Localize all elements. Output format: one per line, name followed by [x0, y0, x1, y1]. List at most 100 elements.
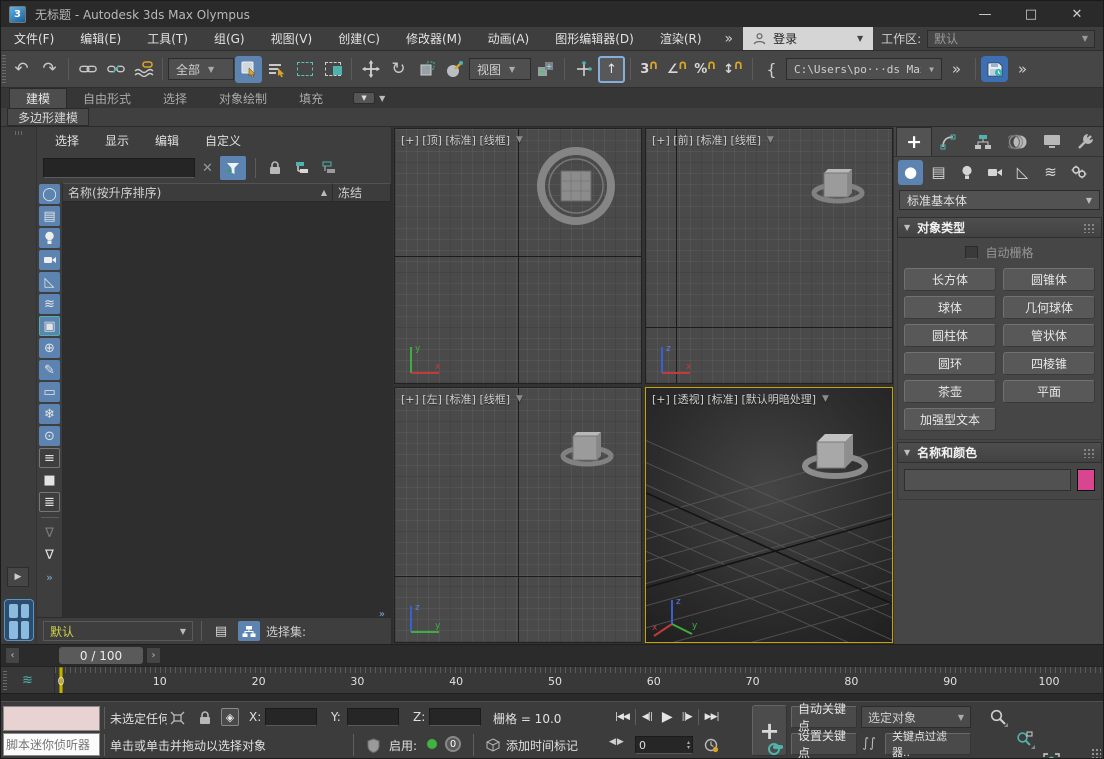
- object-name-input[interactable]: [904, 469, 1071, 491]
- zoom-icon[interactable]: [986, 706, 1009, 728]
- display-containers-toggle[interactable]: ▭: [39, 382, 60, 402]
- unlink-selection-icon[interactable]: [102, 56, 129, 83]
- spinner-arrows-icon[interactable]: ▴▾: [687, 740, 692, 750]
- redo-button[interactable]: ↷: [36, 56, 63, 83]
- window-resize-grip[interactable]: [1091, 748, 1101, 758]
- menu-group[interactable]: 组(G): [201, 27, 258, 50]
- maxscript-listener-input-row[interactable]: [3, 733, 100, 756]
- explorer-overflow-icon[interactable]: »: [379, 609, 385, 620]
- column-header-frozen[interactable]: 冻结: [333, 183, 391, 201]
- name-color-rollout-header[interactable]: ▼ 名称和颜色: [897, 442, 1102, 463]
- clear-search-icon[interactable]: ✕: [202, 161, 213, 176]
- next-frame-arrow[interactable]: ›: [146, 647, 161, 664]
- viewport-left[interactable]: [+] [左] [标准] [线框]▼ z y: [394, 387, 642, 643]
- snaps-toggle-3d[interactable]: 3∩: [636, 56, 663, 83]
- percent-snap-toggle[interactable]: %∩: [692, 56, 719, 83]
- ribbon-tab-selection[interactable]: 选择: [147, 88, 203, 108]
- viewport-top-label[interactable]: [+] [顶] [标准] [线框]: [401, 132, 510, 148]
- menu-file[interactable]: 文件(F): [1, 27, 67, 50]
- menu-animation[interactable]: 动画(A): [475, 27, 543, 50]
- time-slider-frame-indicator[interactable]: 0 / 100: [59, 647, 143, 664]
- selection-set-dropdown[interactable]: 默认 ▼: [43, 621, 193, 641]
- auto-key-button[interactable]: 自动关键点: [791, 706, 857, 728]
- viewport-front-label[interactable]: [+] [前] [标准] [线框]: [652, 132, 761, 148]
- primitive-category-dropdown[interactable]: 标准基本体 ▼: [899, 190, 1100, 210]
- tab-utilities[interactable]: [1069, 127, 1103, 156]
- tab-hierarchy[interactable]: [966, 127, 1000, 156]
- category-helpers[interactable]: ◺: [1010, 160, 1035, 185]
- rectangular-selection-region-button[interactable]: [291, 56, 318, 83]
- add-time-tag-button[interactable]: 添加时间标记: [506, 737, 578, 754]
- collapse-hierarchy-icon[interactable]: [319, 158, 339, 178]
- maxscript-listener-input[interactable]: [4, 737, 99, 753]
- named-selection-sets-button[interactable]: {: [758, 56, 785, 83]
- play-button[interactable]: ▶: [658, 706, 676, 728]
- track-bar[interactable]: ≋ 0102030405060708090100: [1, 666, 1103, 701]
- zoom-extents-icon[interactable]: [1040, 750, 1063, 759]
- filter-settings-icon[interactable]: ∇: [39, 523, 60, 543]
- viewcube[interactable]: [810, 159, 866, 211]
- select-and-place-button[interactable]: [441, 56, 468, 83]
- set-keys-button[interactable]: +: [752, 705, 787, 756]
- tab-modify[interactable]: [932, 127, 966, 156]
- key-mode-toggle-icon[interactable]: ◀▶: [609, 737, 625, 747]
- explorer-menu-edit[interactable]: 编辑: [155, 132, 179, 149]
- menu-views[interactable]: 视图(V): [258, 27, 326, 50]
- display-geometry-toggle[interactable]: ◯: [39, 184, 60, 204]
- category-space-warps[interactable]: ≋: [1038, 160, 1063, 185]
- close-button[interactable]: ✕: [1067, 7, 1087, 22]
- layers-icon[interactable]: ▤: [210, 621, 232, 641]
- degradation-override-badge[interactable]: 0: [445, 736, 461, 752]
- reference-coordinate-system-dropdown[interactable]: 视图 ▼: [469, 58, 531, 80]
- maxscript-mini-listener[interactable]: [3, 706, 100, 731]
- search-filter-button[interactable]: [220, 156, 246, 180]
- select-and-move-button[interactable]: [357, 56, 384, 83]
- z-coordinate-field[interactable]: [429, 708, 481, 726]
- cylinder-button[interactable]: 圆柱体: [904, 324, 996, 347]
- menu-rendering[interactable]: 渲染(R): [647, 27, 715, 50]
- explorer-toolbar-overflow[interactable]: »: [39, 567, 60, 587]
- tube-button[interactable]: 管状体: [1003, 324, 1095, 347]
- torus-button[interactable]: 圆环: [904, 352, 996, 375]
- ribbon-tab-populate[interactable]: 填充: [283, 88, 339, 108]
- plane-button[interactable]: 平面: [1003, 380, 1095, 403]
- properties-view-button[interactable]: ≣: [39, 492, 60, 512]
- tab-create[interactable]: +: [896, 127, 932, 156]
- viewport-perspective[interactable]: [+] [透视] [标准] [默认明暗处理]▼ z x y: [645, 387, 893, 643]
- tab-motion[interactable]: [1001, 127, 1035, 156]
- key-filters-button[interactable]: 关键点过滤器..: [885, 733, 971, 755]
- y-coordinate-field[interactable]: [347, 708, 399, 726]
- go-to-start-button[interactable]: |◀◀: [611, 706, 633, 728]
- bind-to-space-warp-icon[interactable]: [130, 56, 157, 83]
- viewport-perspective-label[interactable]: [+] [透视] [标准] [默认明暗处理]: [652, 391, 816, 407]
- spinner-snap-toggle[interactable]: ↕∩: [720, 56, 747, 83]
- zoom-all-icon[interactable]: [1013, 728, 1036, 750]
- display-space-warps-toggle[interactable]: ≋: [39, 294, 60, 314]
- project-folder-dropdown[interactable]: C:\Users\po···ds Max 2024 ▼: [786, 58, 942, 80]
- selection-lock-toggle[interactable]: [195, 708, 215, 728]
- select-and-link-icon[interactable]: [74, 56, 101, 83]
- ribbon-minimize-toggle[interactable]: ▼▼: [353, 88, 385, 108]
- new-key-settings-icon[interactable]: ∫∫: [859, 733, 879, 753]
- list-view-button[interactable]: ≡: [39, 448, 60, 468]
- menu-graph-editors[interactable]: 图形编辑器(D): [542, 27, 647, 50]
- category-lights[interactable]: [954, 160, 979, 185]
- swatch-button[interactable]: ■: [39, 470, 60, 490]
- category-cameras[interactable]: [982, 160, 1007, 185]
- menu-tools[interactable]: 工具(T): [134, 27, 201, 50]
- cone-button[interactable]: 圆锥体: [1003, 268, 1095, 291]
- viewport-menu-icon[interactable]: ▼: [516, 394, 523, 404]
- hierarchy-view-icon[interactable]: [238, 621, 260, 641]
- viewport-menu-icon[interactable]: ▼: [767, 135, 774, 145]
- viewcube[interactable]: [800, 424, 870, 488]
- text-plus-button[interactable]: 加强型文本: [904, 408, 996, 431]
- teapot-button[interactable]: 茶壶: [904, 380, 996, 403]
- viewport-menu-icon[interactable]: ▼: [516, 135, 523, 145]
- select-object-button[interactable]: [235, 56, 262, 83]
- viewport-front[interactable]: [+] [前] [标准] [线框]▼ z x: [645, 128, 893, 384]
- select-and-rotate-button[interactable]: ↻: [385, 56, 412, 83]
- sphere-button[interactable]: 球体: [904, 296, 996, 319]
- expand-hierarchy-icon[interactable]: [292, 158, 312, 178]
- toolbar-overflow-button[interactable]: »: [943, 56, 970, 83]
- box-button[interactable]: 长方体: [904, 268, 996, 291]
